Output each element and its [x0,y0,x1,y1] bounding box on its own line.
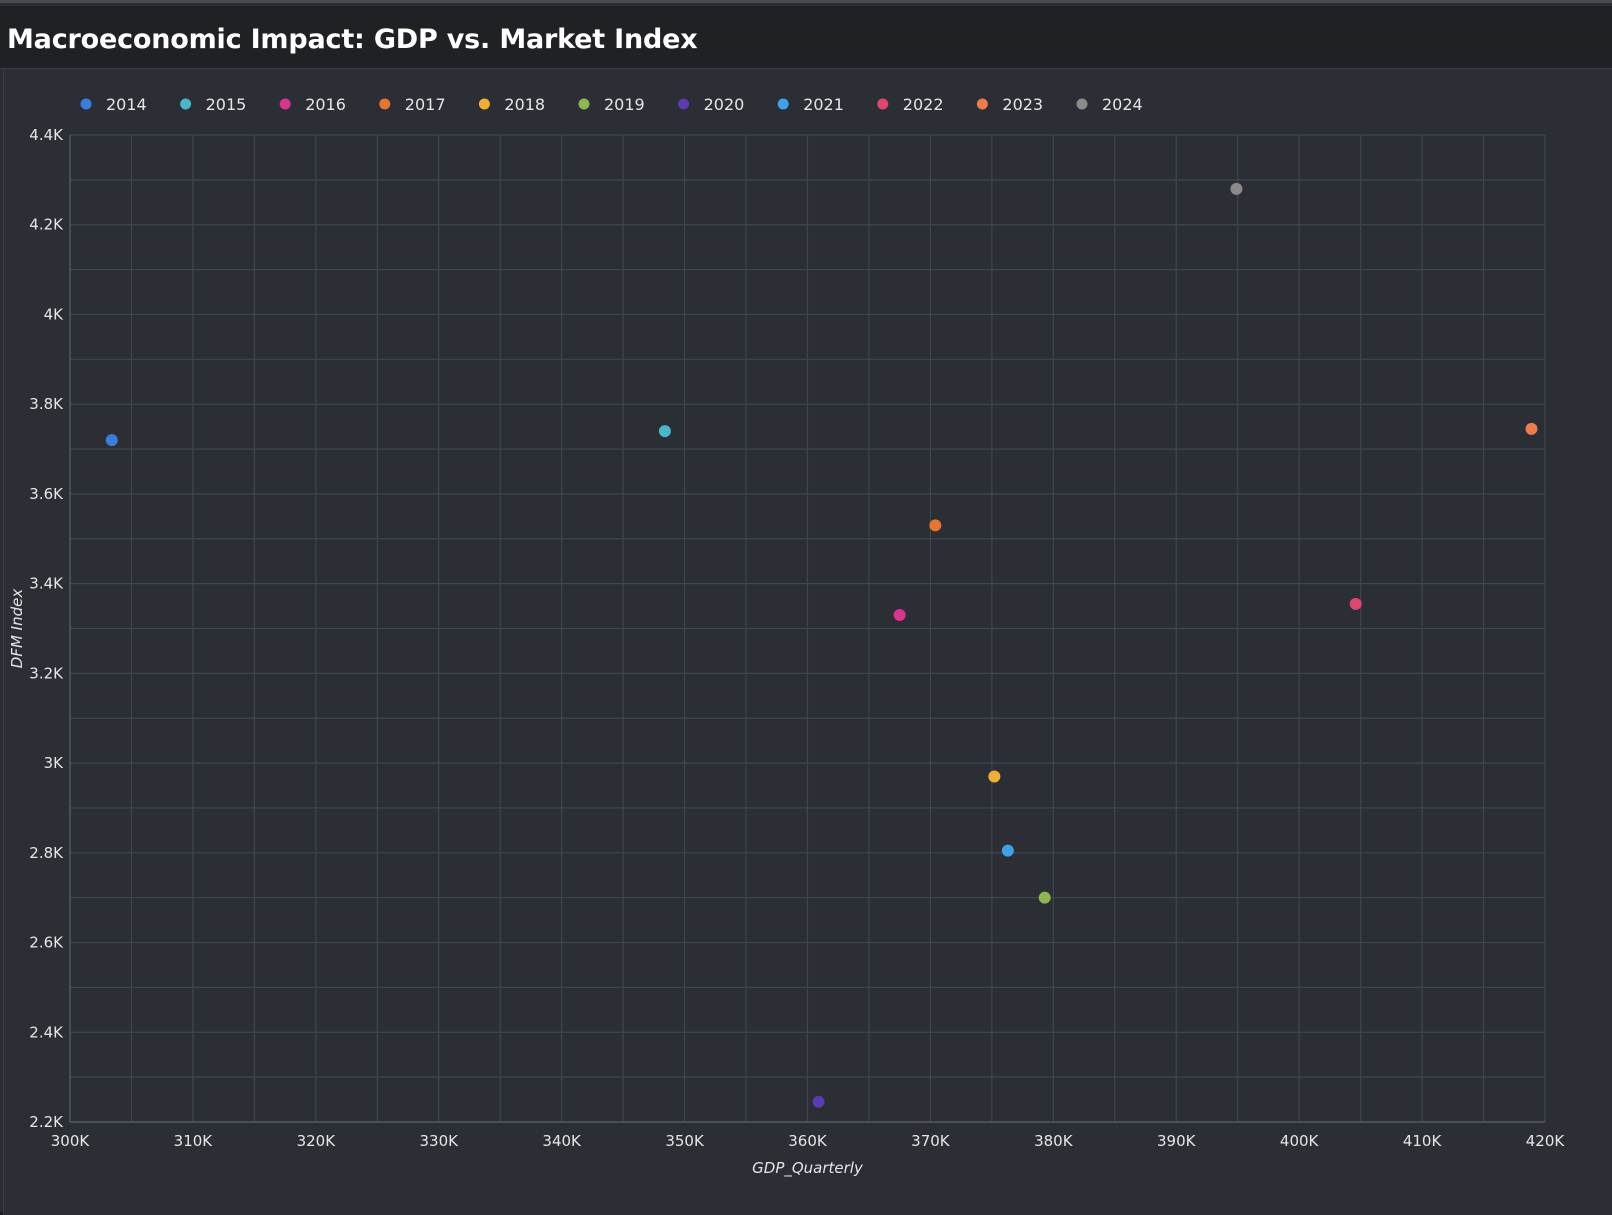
legend-marker-2017[interactable] [379,98,391,110]
x-tick-label: 420K [1526,1132,1566,1150]
x-tick-label: 350K [665,1132,705,1150]
legend-marker-2021[interactable] [777,98,789,110]
legend-marker-2015[interactable] [180,98,192,110]
data-point-2023[interactable] [1525,422,1538,435]
y-tick-label: 3.4K [29,575,64,593]
legend-label-2019[interactable]: 2019 [604,95,645,114]
legend-marker-2018[interactable] [478,98,490,110]
legend-label-2021[interactable]: 2021 [803,95,844,114]
x-tick-label: 380K [1034,1132,1074,1150]
legend-marker-2023[interactable] [976,98,988,110]
y-tick-label: 2.2K [29,1113,64,1131]
data-point-2014[interactable] [105,434,118,447]
legend-label-2020[interactable]: 2020 [704,95,745,114]
legend-label-2015[interactable]: 2015 [206,95,247,114]
y-tick-label: 3.2K [29,664,64,682]
x-tick-label: 410K [1403,1132,1443,1150]
y-tick-label: 2.6K [29,934,64,952]
y-tick-label: 3.6K [29,485,64,503]
y-tick-label: 3.8K [29,395,64,413]
chart-title: Macroeconomic Impact: GDP vs. Market Ind… [7,24,698,55]
x-tick-label: 320K [297,1132,337,1150]
y-tick-label: 4.2K [29,216,64,234]
data-point-2015[interactable] [658,425,671,438]
data-point-2021[interactable] [1001,844,1014,857]
x-tick-label: 310K [174,1132,214,1150]
data-point-2020[interactable] [812,1095,825,1108]
x-tick-label: 330K [420,1132,460,1150]
x-tick-label: 360K [788,1132,828,1150]
dashboard-frame: Macroeconomic Impact: GDP vs. Market Ind… [0,0,1612,1215]
legend-label-2018[interactable]: 2018 [504,95,545,114]
data-point-2016[interactable] [893,609,906,622]
x-tick-label: 400K [1280,1132,1320,1150]
scatter-chart[interactable]: 300K 310K 320K 330K 340K 350K 360K 370K 380K 390K… [4,69,1612,1215]
legend-label-2014[interactable]: 2014 [106,95,147,114]
data-point-2019[interactable] [1038,891,1051,904]
legend-label-2016[interactable]: 2016 [305,95,346,114]
legend-marker-2022[interactable] [877,98,889,110]
y-tick-label: 2.4K [29,1023,64,1041]
data-point-2024[interactable] [1230,182,1243,195]
legend-marker-2014[interactable] [80,98,92,110]
y-tick-label: 4.4K [29,126,64,144]
x-axis-title: GDP_Quarterly [752,1159,864,1178]
y-tick-label: 2.8K [29,844,64,862]
legend-marker-2024[interactable] [1076,98,1088,110]
legend-label-2017[interactable]: 2017 [405,95,446,114]
x-tick-label: 300K [51,1132,91,1150]
y-tick-label: 3K [44,754,65,772]
data-point-2017[interactable] [929,519,942,532]
panel-header: Macroeconomic Impact: GDP vs. Market Ind… [0,6,1612,69]
legend-marker-2019[interactable] [578,98,590,110]
legend-label-2024[interactable]: 2024 [1102,95,1143,114]
legend-label-2023[interactable]: 2023 [1002,95,1043,114]
y-axis-title: DFM Index [8,589,26,669]
y-tick-label: 4K [44,305,65,323]
data-point-2018[interactable] [988,770,1001,783]
x-tick-label: 390K [1157,1132,1197,1150]
chart-panel: 300K 310K 320K 330K 340K 350K 360K 370K 380K 390K… [3,69,1612,1215]
data-point-2022[interactable] [1349,597,1362,610]
x-tick-label: 340K [542,1132,582,1150]
legend-label-2022[interactable]: 2022 [903,95,944,114]
x-tick-label: 370K [911,1132,951,1150]
legend-marker-2016[interactable] [279,98,291,110]
legend-marker-2020[interactable] [678,98,690,110]
